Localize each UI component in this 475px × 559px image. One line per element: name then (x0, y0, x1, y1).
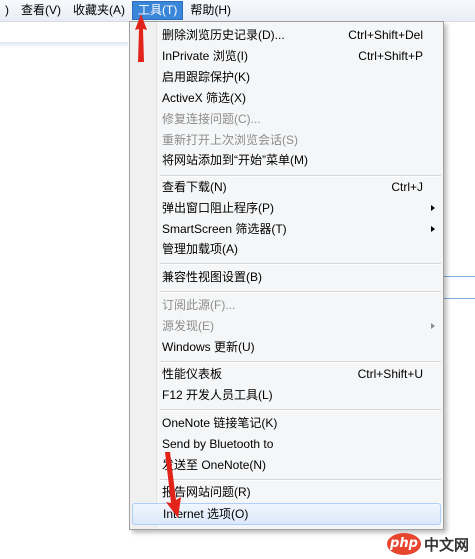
menu-separator (160, 479, 441, 481)
menu-manage-addons[interactable]: 管理加载项(A) (132, 239, 441, 259)
menu-report-website-problem[interactable]: 报告网站问题(R) (132, 482, 441, 502)
submenu-arrow-icon (431, 226, 435, 232)
menu-popup-blocker[interactable]: 弹出窗口阻止程序(P) (132, 198, 441, 218)
menu-feed-discovery: 源发现(E) (132, 316, 441, 336)
menu-separator (160, 291, 441, 293)
menu-internet-options[interactable]: Internet 选项(O) (132, 503, 441, 525)
menu-item-partial[interactable]: ) (0, 1, 14, 20)
menu-separator (160, 263, 441, 265)
php-logo: php (386, 533, 421, 555)
menu-smartscreen[interactable]: SmartScreen 筛选器(T) (132, 219, 441, 239)
submenu-arrow-icon (431, 323, 435, 329)
tools-dropdown-menu: 删除浏览历史记录(D)... Ctrl+Shift+Del InPrivate … (129, 21, 444, 530)
menu-fix-connection: 修复连接问题(C)... (162, 112, 261, 126)
menu-onenote-linked-notes[interactable]: OneNote 链接笔记(K) (132, 413, 441, 433)
menu-f12-devtools[interactable]: F12 开发人员工具(L) (132, 385, 441, 405)
watermark-text: 中文网 (423, 535, 469, 554)
submenu-arrow-icon (431, 205, 435, 211)
menu-windows-update[interactable]: Windows 更新(U) (132, 337, 441, 357)
menu-inprivate[interactable]: InPrivate 浏览(I) Ctrl+Shift+P (132, 46, 441, 66)
menu-add-to-start[interactable]: 将网站添加到“开始”菜单(M) (132, 150, 441, 170)
menu-send-to-onenote[interactable]: 发送至 OneNote(N) (132, 455, 441, 475)
menu-item-help[interactable]: 帮助(H) (185, 1, 236, 20)
menu-performance-dashboard[interactable]: 性能仪表板 Ctrl+Shift+U (132, 364, 441, 384)
menu-activex-filter[interactable]: ActiveX 筛选(X) (132, 88, 441, 108)
watermark: php 中文网 (386, 533, 469, 555)
toolbar-shadow (0, 42, 128, 48)
menu-item-favorites[interactable]: 收藏夹(A) (68, 1, 130, 20)
page-divider-line (440, 298, 475, 299)
menu-separator (160, 409, 441, 411)
menu-reopen-session: 重新打开上次浏览会话(S) (162, 133, 298, 147)
menu-item-tools[interactable]: 工具(T) (132, 1, 184, 20)
menu-tracking-protection[interactable]: 启用跟踪保护(K) (132, 67, 441, 87)
menu-bar: ) 查看(V) 收藏夹(A) 工具(T) 帮助(H) (0, 0, 475, 22)
menu-delete-history[interactable]: 删除浏览历史记录(D)... Ctrl+Shift+Del (132, 25, 441, 45)
menu-item-view[interactable]: 查看(V) (16, 1, 66, 20)
menu-subscribe-feed: 订阅此源(F)... (162, 298, 236, 312)
menu-compat-view[interactable]: 兼容性视图设置(B) (132, 267, 441, 287)
page-divider-line (440, 276, 475, 277)
menu-view-downloads[interactable]: 查看下载(N) Ctrl+J (132, 177, 441, 197)
menu-send-by-bluetooth[interactable]: Send by Bluetooth to (132, 434, 441, 454)
menu-separator (160, 361, 441, 363)
